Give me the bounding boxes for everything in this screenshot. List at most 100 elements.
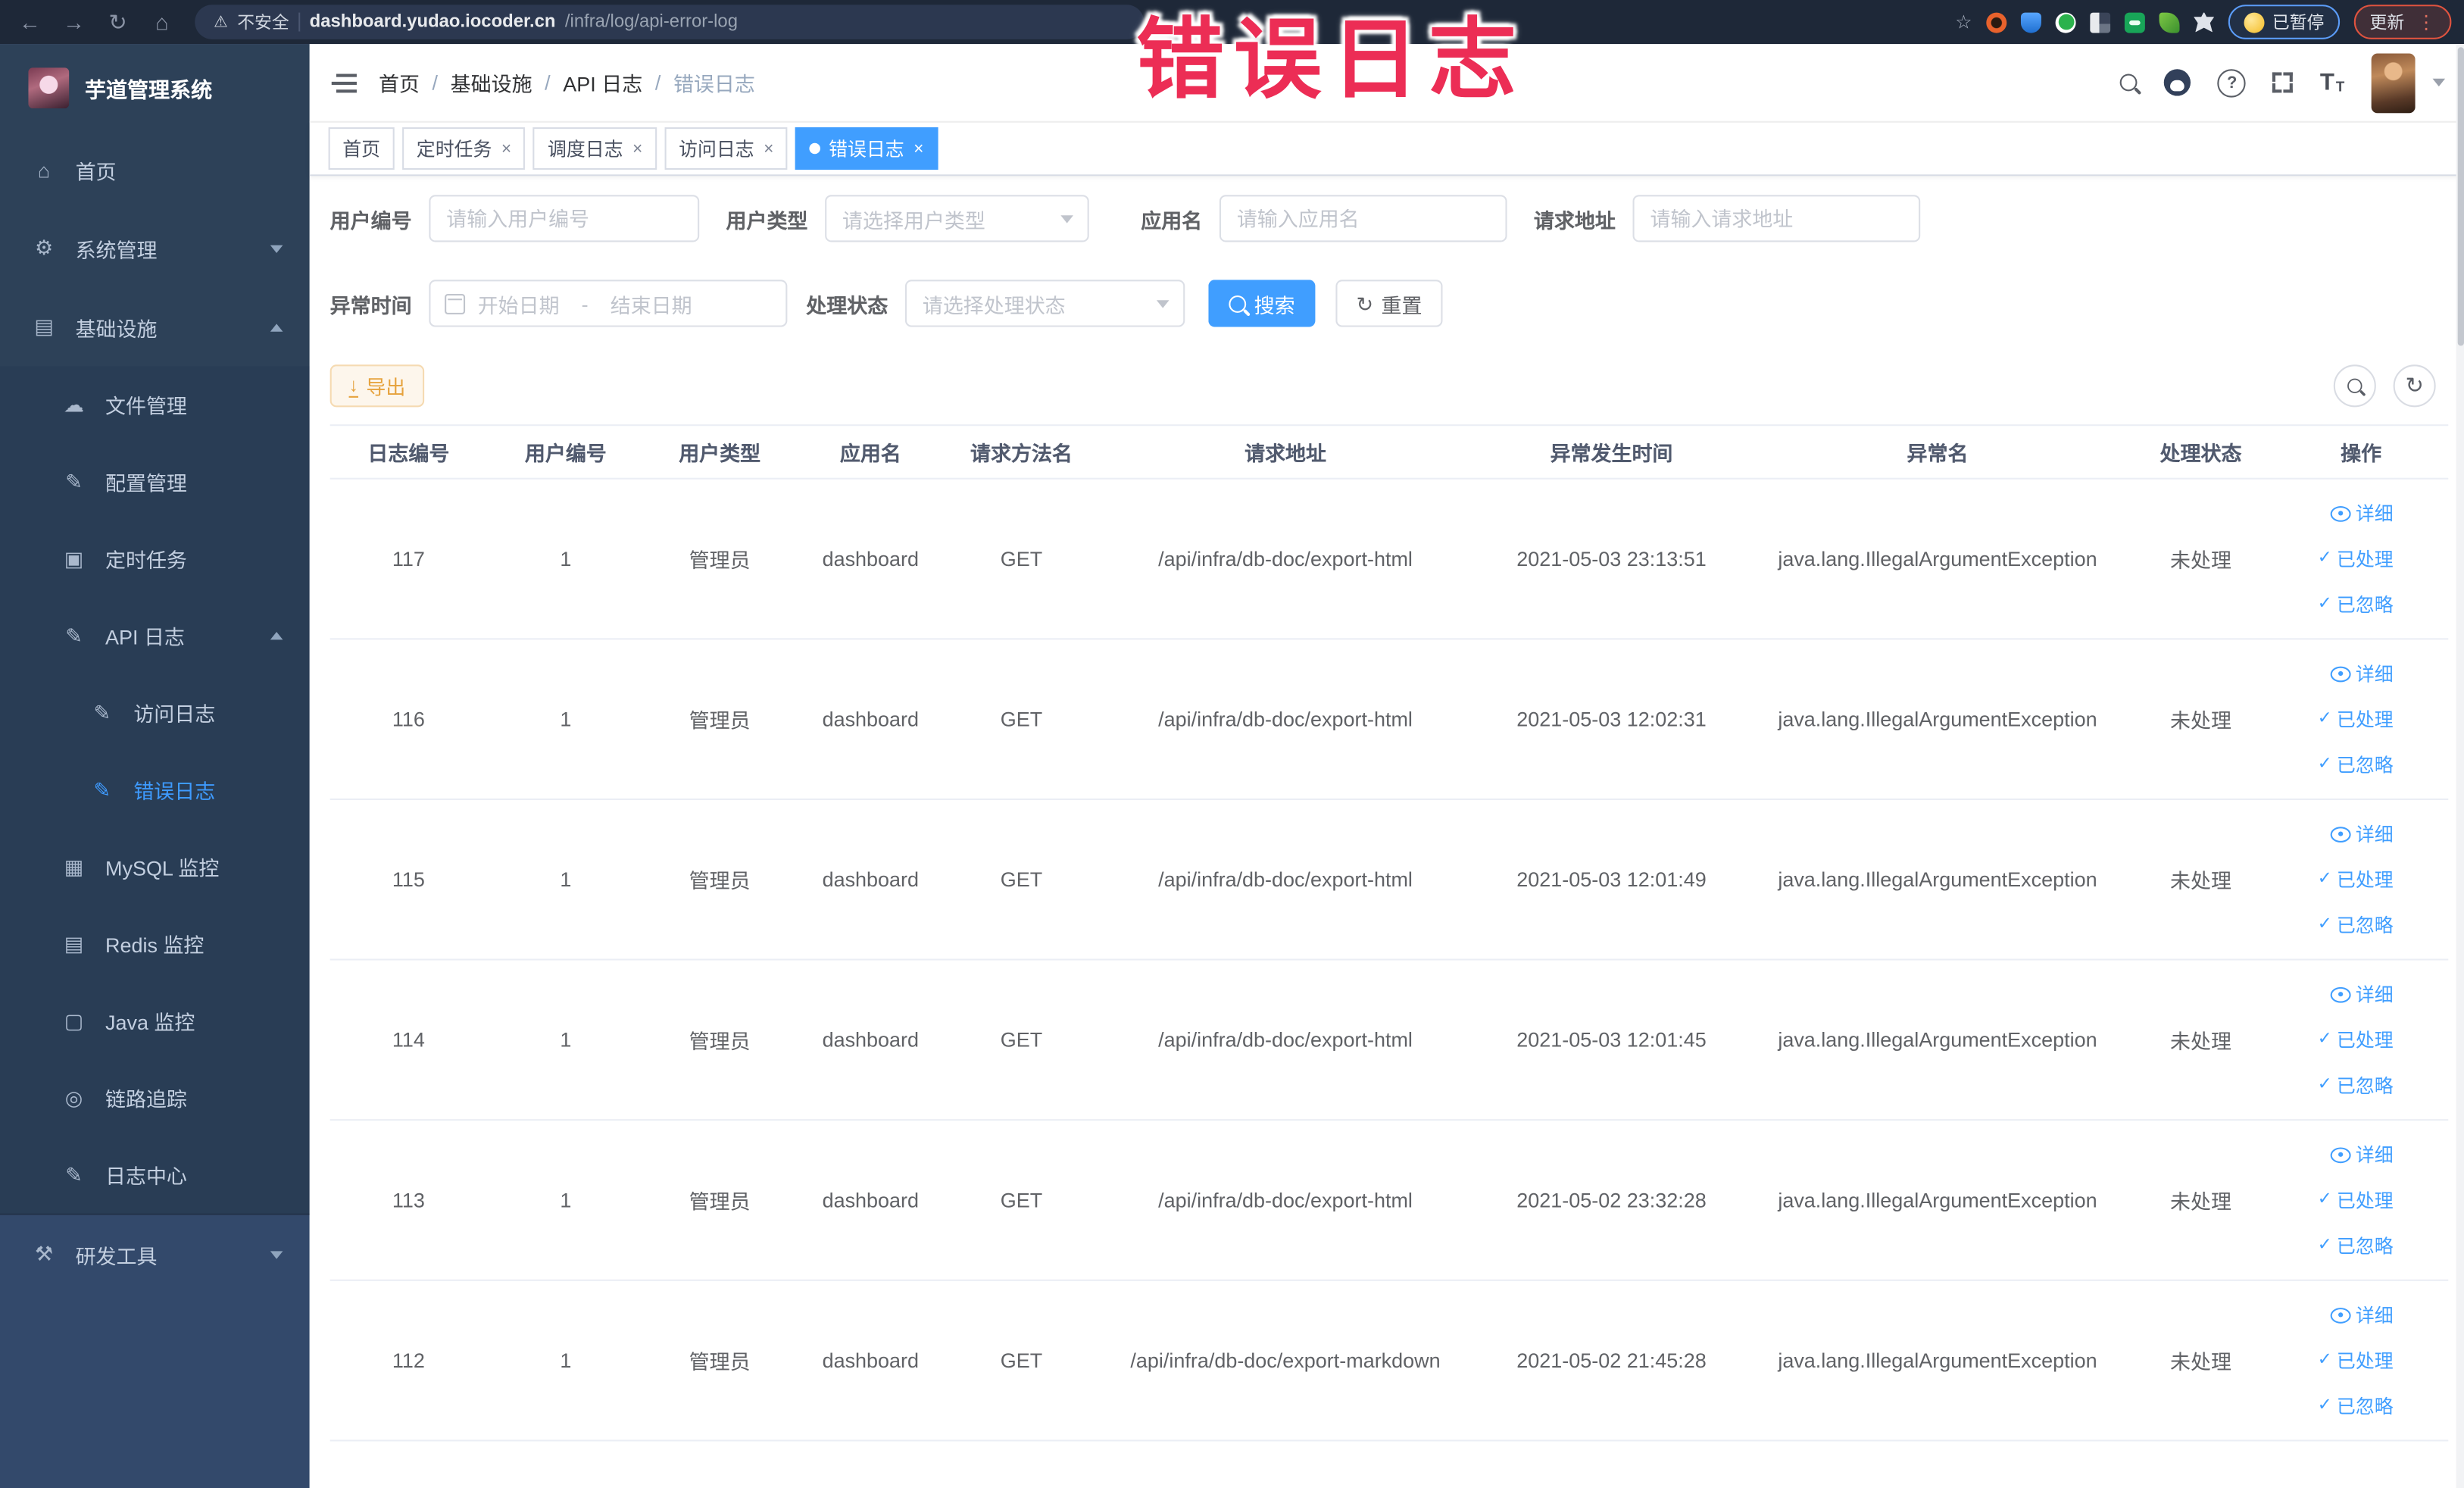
action-ignored-link[interactable]: ✓ 已忽略 bbox=[2318, 1232, 2394, 1258]
extension-icon[interactable] bbox=[2055, 11, 2076, 33]
search-icon[interactable] bbox=[2120, 73, 2138, 92]
collapse-sidebar-icon[interactable] bbox=[331, 73, 357, 92]
extension-icon[interactable] bbox=[2159, 11, 2180, 33]
user-type-select[interactable]: 请选择用户类型 bbox=[825, 195, 1089, 242]
action-detail-link[interactable]: 详细 bbox=[2330, 1141, 2394, 1168]
reload-icon[interactable]: ↻ bbox=[101, 8, 136, 35]
tag-scheduled-tasks[interactable]: 定时任务 × bbox=[402, 127, 526, 170]
exception-time-range-picker[interactable]: 开始日期 - 结束日期 bbox=[429, 280, 788, 327]
export-button-label: 导出 bbox=[366, 377, 406, 399]
process-status-select[interactable]: 请选择处理状态 bbox=[905, 280, 1185, 327]
tag-error-logs[interactable]: 错误日志 × bbox=[795, 127, 938, 170]
close-tag-icon[interactable]: × bbox=[913, 139, 923, 158]
main-area: 首页 / 基础设施 / API 日志 / 错误日志 ? TT 首页 定时任务 ×… bbox=[309, 44, 2464, 1488]
home-icon[interactable]: ⌂ bbox=[145, 9, 180, 34]
action-processed-link[interactable]: ✓ 已处理 bbox=[2318, 1027, 2394, 1053]
close-tag-icon[interactable]: × bbox=[764, 139, 773, 158]
tag-access-logs[interactable]: 访问日志 × bbox=[664, 127, 789, 170]
cell-c1: 115 bbox=[392, 867, 425, 892]
extension-icon[interactable] bbox=[2090, 11, 2111, 33]
action-ignored-link[interactable]: ✓ 已忽略 bbox=[2318, 1393, 2394, 1419]
paused-badge[interactable]: 已暂停 bbox=[2228, 5, 2341, 39]
forward-icon[interactable]: → bbox=[57, 9, 92, 34]
extension-icon[interactable] bbox=[2020, 11, 2041, 33]
sidebar-item-redis-monitor[interactable]: ▤ Redis 监控 bbox=[0, 905, 310, 983]
table-toolbar: ↓ 导出 ↻ bbox=[329, 364, 2449, 408]
action-ignored-link[interactable]: ✓ 已忽略 bbox=[2318, 591, 2394, 617]
sidebar-item-config-management[interactable]: ✎ 配置管理 bbox=[0, 443, 310, 520]
cell-c8: java.lang.IllegalArgumentException bbox=[1778, 1027, 2097, 1052]
sidebar-item-access-logs[interactable]: ✎ 访问日志 bbox=[0, 674, 310, 752]
back-icon[interactable]: ← bbox=[13, 9, 48, 34]
sidebar-item-home[interactable]: ⌂ 首页 bbox=[0, 130, 310, 209]
tag-home[interactable]: 首页 bbox=[328, 127, 395, 170]
bookmark-star-icon[interactable]: ☆ bbox=[1955, 11, 1972, 33]
breadcrumb-item[interactable]: API 日志 bbox=[563, 67, 642, 97]
tag-label: 访问日志 bbox=[679, 138, 754, 161]
action-ignored-link[interactable]: ✓ 已忽略 bbox=[2318, 1072, 2394, 1099]
content: 用户编号 用户类型 请选择用户类型 应用名 请求地址 异常时间 bbox=[310, 176, 2464, 1487]
close-tag-icon[interactable]: × bbox=[632, 139, 642, 158]
cell-c4: dashboard bbox=[822, 546, 920, 571]
action-ignored-link[interactable]: ✓ 已忽略 bbox=[2318, 752, 2394, 778]
cell-c1: 113 bbox=[392, 1188, 425, 1212]
extension-icon[interactable] bbox=[2124, 11, 2145, 33]
font-size-icon[interactable]: TT bbox=[2320, 70, 2345, 94]
action-processed-link[interactable]: ✓ 已处理 bbox=[2318, 545, 2394, 572]
action-detail-link[interactable]: 详细 bbox=[2330, 821, 2394, 847]
sidebar-item-infrastructure[interactable]: ▤ 基础设施 bbox=[0, 288, 310, 367]
sidebar-item-file-management[interactable]: ☁ 文件管理 bbox=[0, 366, 310, 443]
action-detail-link[interactable]: 详细 bbox=[2330, 660, 2394, 686]
page-scrollbar[interactable] bbox=[2456, 44, 2464, 1488]
sidebar-item-system-management[interactable]: ⚙ 系统管理 bbox=[0, 209, 310, 288]
check-icon: ✓ bbox=[2317, 549, 2332, 567]
user-id-input[interactable] bbox=[429, 195, 700, 242]
action-processed-link[interactable]: ✓ 已处理 bbox=[2318, 1186, 2394, 1213]
scrollbar-thumb[interactable] bbox=[2456, 47, 2463, 346]
reset-button[interactable]: ↻ 重置 bbox=[1335, 280, 1443, 327]
app-name-input[interactable] bbox=[1220, 195, 1507, 242]
check-icon: ✓ bbox=[2317, 1189, 2332, 1209]
close-tag-icon[interactable]: × bbox=[501, 139, 511, 158]
sidebar-item-error-logs[interactable]: ✎ 错误日志 bbox=[0, 752, 310, 829]
cell-c3: 管理员 bbox=[689, 549, 751, 573]
user-id-label: 用户编号 bbox=[329, 208, 412, 233]
sidebar-item-log-center[interactable]: ✎ 日志中心 bbox=[0, 1136, 310, 1214]
export-button[interactable]: ↓ 导出 bbox=[329, 364, 425, 408]
action-detail-link[interactable]: 详细 bbox=[2330, 981, 2394, 1008]
update-button[interactable]: 更新 ⋮ bbox=[2353, 5, 2452, 39]
chevron-down-icon[interactable] bbox=[2432, 78, 2446, 87]
toggle-search-button[interactable] bbox=[2333, 364, 2376, 408]
cell-c9: 未处理 bbox=[2170, 869, 2231, 893]
action-detail-link[interactable]: 详细 bbox=[2330, 500, 2394, 527]
action-processed-link[interactable]: ✓ 已处理 bbox=[2318, 706, 2394, 733]
sidebar-item-mysql-monitor[interactable]: ▦ MySQL 监控 bbox=[0, 828, 310, 905]
extensions-puzzle-icon[interactable] bbox=[2194, 11, 2215, 33]
cell-c1: 114 bbox=[392, 1027, 425, 1052]
browser-menu-icon[interactable]: ⋮ bbox=[2417, 11, 2436, 33]
action-processed-link[interactable]: ✓ 已处理 bbox=[2318, 1347, 2394, 1374]
action-processed-link[interactable]: ✓ 已处理 bbox=[2318, 866, 2394, 892]
sidebar-item-trace[interactable]: ◎ 链路追踪 bbox=[0, 1059, 310, 1136]
refresh-table-button[interactable]: ↻ bbox=[2393, 364, 2436, 408]
breadcrumb-item[interactable]: 首页 bbox=[379, 67, 420, 97]
fullscreen-icon[interactable] bbox=[2272, 72, 2294, 92]
cell-c6: /api/infra/db-doc/export-markdown bbox=[1130, 1349, 1441, 1373]
address-bar[interactable]: ⚠ 不安全 dashboard.yudao.iocoder.cn /infra/… bbox=[195, 5, 1145, 39]
reset-button-label: 重置 bbox=[1381, 292, 1422, 317]
action-ignored-link[interactable]: ✓ 已忽略 bbox=[2318, 911, 2394, 938]
request-url-input[interactable] bbox=[1632, 195, 1921, 242]
action-detail-link[interactable]: 详细 bbox=[2330, 1302, 2394, 1328]
sidebar-item-java-monitor[interactable]: ▢ Java 监控 bbox=[0, 983, 310, 1060]
tag-schedule-logs[interactable]: 调度日志 × bbox=[533, 127, 657, 170]
breadcrumb-item[interactable]: 基础设施 bbox=[451, 67, 532, 97]
help-icon[interactable]: ? bbox=[2217, 68, 2247, 97]
sidebar-item-api-logs[interactable]: ✎ API 日志 bbox=[0, 597, 310, 674]
avatar[interactable] bbox=[2371, 52, 2416, 113]
extension-icon[interactable] bbox=[1986, 11, 2007, 33]
sidebar-item-scheduled-tasks[interactable]: ▣ 定时任务 bbox=[0, 520, 310, 598]
github-icon[interactable] bbox=[2164, 69, 2191, 96]
sidebar-item-dev-tools[interactable]: ⚒ 研发工具 bbox=[0, 1213, 310, 1294]
search-button[interactable]: 搜索 bbox=[1208, 280, 1316, 327]
sidebar-item-label: MySQL 监控 bbox=[105, 856, 220, 880]
